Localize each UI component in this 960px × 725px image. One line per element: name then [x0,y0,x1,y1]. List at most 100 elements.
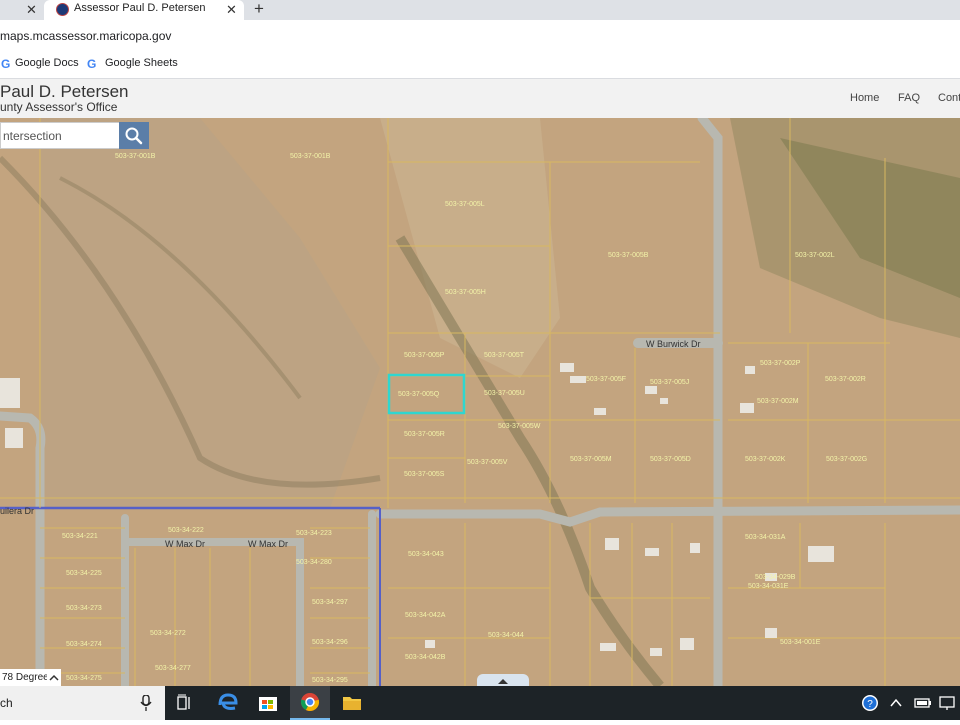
parcel-label: 503-37-005T [484,352,525,359]
parcel-label: 503-34-001E [780,639,821,646]
parcel-label: 503-34-031E [748,583,789,590]
parcel-label: 503-37-002K [745,456,786,463]
folder-icon [343,697,361,710]
parcel-label: 503-37-001B [290,153,331,160]
tab-title: Assessor Paul D. Petersen [74,2,206,14]
parcel-label: 503-37-005V [467,459,508,466]
parcel-label: 503-34-272 [150,630,186,637]
site-subtitle: unty Assessor's Office [0,100,118,114]
svg-text:?: ? [867,699,873,710]
road-label-max: W Max Dr [248,539,288,549]
parcel-label: 503-37-005Q [398,391,440,398]
tab-close-icon[interactable]: ✕ [226,2,237,18]
parcel-label: 503-34-221 [62,533,98,540]
chevron-up-icon [890,698,902,707]
bookmarks-bar: G Google Docs G Google Sheets [0,50,960,79]
windows-taskbar: ch ? [0,686,960,720]
parcel-label: 503-34-295 [312,677,348,684]
site-title: Paul D. Petersen [0,82,129,101]
parcel-label: 503-34-223 [296,530,332,537]
new-tab-plus-icon[interactable]: + [254,0,264,19]
assessor-favicon-icon [56,3,69,16]
network-icon [939,696,955,710]
search-icon [125,127,143,145]
parcel-label: 503-37-005U [484,390,525,397]
address-bar: maps.mcassessor.maricopa.gov [0,20,960,50]
parcel-label: 503-37-002R [825,376,866,383]
scale-readout: 78 Degrees [0,669,61,686]
parcel-label: 503-37-005H [445,289,486,296]
aerial-map-svg: W Burwick Dr W Max Dr W Max Dr uilera Dr… [0,118,960,686]
parcel-label: 503-34-297 [312,599,348,606]
parcel-map[interactable]: W Burwick Dr W Max Dr W Max Dr uilera Dr… [0,118,960,686]
bookmark-google-docs[interactable]: Google Docs [15,57,79,69]
parcel-label: 503-34-273 [66,605,102,612]
parcel-label: 503-34-275 [66,675,102,682]
store-icon [259,697,277,711]
parcel-label: 503-34-044 [488,632,524,639]
parcel-label: 503-34-296 [312,639,348,646]
file-explorer-button[interactable] [332,686,372,720]
parcel-label: 503-37-002P [760,360,801,367]
google-icon: G [87,57,97,71]
parcel-label: 503-34-222 [168,527,204,534]
task-view-icon [177,694,190,710]
parcel-label: 503-34-029B [755,574,796,581]
tab-close-icon[interactable]: ✕ [26,2,37,18]
parcel-label: 503-37-005R [404,431,445,438]
parcel-label: 503-34-031A [745,534,786,541]
parcel-label: 503-34-280 [296,559,332,566]
tray-overflow-button[interactable] [886,686,906,720]
panel-expand-toggle[interactable] [477,674,529,686]
bookmark-google-sheets[interactable]: Google Sheets [105,57,178,69]
address-search-input[interactable] [0,122,119,149]
road-label-burwick: W Burwick Dr [646,339,701,349]
nav-faq-link[interactable]: FAQ [898,92,920,104]
help-icon: ? [862,695,878,711]
parcel-label: 503-37-005P [404,352,445,359]
parcel-label: 503-34-277 [155,665,191,672]
parcel-label: 503-34-042B [405,654,446,661]
parcel-label: 503-37-002M [757,398,799,405]
parcel-label: 503-37-005L [445,201,485,208]
parcel-label: 503-34-042A [405,612,446,619]
parcel-label: 503-37-005D [650,456,691,463]
parcel-label: 503-37-005M [570,456,612,463]
microphone-icon[interactable] [140,695,152,712]
parcel-label: 503-37-005S [404,471,445,478]
chevron-up-icon[interactable] [47,669,61,686]
parcel-label: 503-37-005J [650,379,689,386]
chrome-icon [300,693,320,711]
road-label-rivera: uilera Dr [0,506,34,516]
browser-tab-assessor[interactable]: Assessor Paul D. Petersen ✕ [44,0,244,20]
taskbar-search-text: ch [0,696,13,710]
help-tray-button[interactable]: ? [855,686,885,720]
url-field[interactable]: maps.mcassessor.maricopa.gov [0,29,171,43]
site-header: Paul D. Petersen unty Assessor's Office … [0,79,960,119]
parcel-label: 503-37-002G [826,456,867,463]
task-view-button[interactable] [165,686,205,720]
road-label-max: W Max Dr [165,539,205,549]
parcel-label: 503-37-002L [795,252,835,259]
network-tray-button[interactable] [936,686,960,720]
nav-home-link[interactable]: Home [850,92,879,104]
battery-icon [914,698,931,708]
edge-app-button[interactable] [208,686,248,720]
nav-contact-link[interactable]: Cont [938,92,960,104]
parcel-label: 503-37-001B [115,153,156,160]
parcel-label: 503-37-005W [498,423,541,430]
scale-text: 78 Degrees [2,672,54,683]
browser-tab-strip: ✕ Assessor Paul D. Petersen ✕ + [0,0,960,20]
parcel-label: 503-34-225 [66,570,102,577]
taskbar-search-box[interactable]: ch [0,686,165,720]
google-icon: G [1,57,11,71]
edge-browser-icon [218,693,238,710]
store-app-button[interactable] [248,686,288,720]
parcel-label: 503-37-005B [608,252,649,259]
search-button[interactable] [119,122,149,149]
parcel-label: 503-37-005F [586,376,626,383]
chrome-app-button[interactable] [290,686,330,720]
parcel-label: 503-34-043 [408,551,444,558]
battery-tray-button[interactable] [912,686,934,720]
parcel-label: 503-34-274 [66,641,102,648]
